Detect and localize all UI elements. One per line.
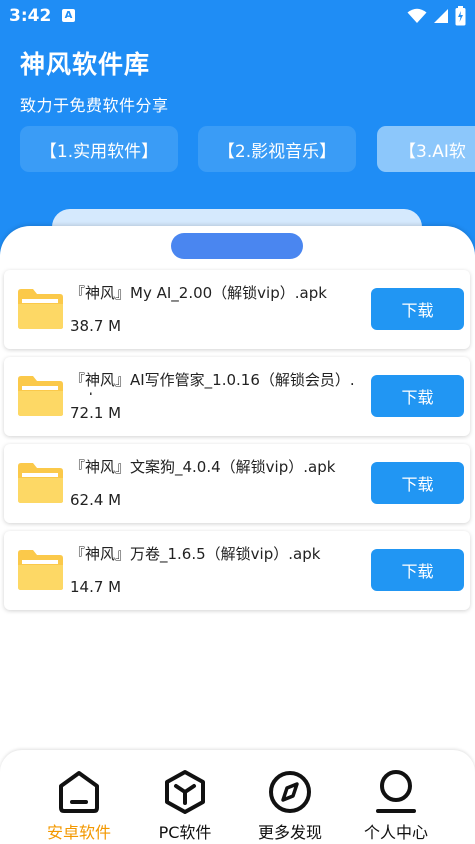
file-name: 『神风』文案狗_4.0.4（解锁vip）.apk [70,458,336,476]
nav-label: 个人中心 [363,823,428,842]
nav-item-profile[interactable]: 个人中心 [346,750,446,844]
cube-icon [165,770,205,814]
battery-icon [455,6,466,26]
category-tabs: 【1.实用软件】 【2.影视音乐】 【3.AI软 [0,126,475,174]
folder-icon [18,463,63,503]
sheet-handle[interactable] [171,233,303,259]
user-icon [376,770,416,813]
file-size: 62.4 M [70,491,122,509]
nav-label: 更多发现 [257,823,322,842]
file-name: 『神风』AI写作管家_1.0.16（解锁会员）.apk [70,371,355,395]
download-button[interactable]: 下载 [371,462,464,504]
nav-item-discover[interactable]: 更多发现 [240,750,340,844]
nav-item-pc[interactable]: PC软件 [135,750,235,844]
app-subtitle: 致力于免费软件分享 [20,96,169,115]
nav-item-android[interactable]: 安卓软件 [29,750,129,844]
category-tab-ai[interactable]: 【3.AI软 [377,126,475,172]
bottom-nav: 安卓软件 PC软件 更多发现 个人中心 [0,750,475,844]
folder-icon [18,376,63,416]
download-button[interactable]: 下载 [371,549,464,591]
file-item[interactable]: 『神风』AI写作管家_1.0.16（解锁会员）.apk 72.1 M 下载 [4,357,470,436]
notification-icon: A [62,9,75,22]
file-item[interactable]: 『神风』My AI_2.00（解锁vip）.apk 38.7 M 下载 [4,270,470,349]
status-time: 3:42 [9,6,52,26]
file-size: 38.7 M [70,317,122,335]
file-size: 72.1 M [70,404,122,422]
file-item[interactable]: 『神风』万卷_1.6.5（解锁vip）.apk 14.7 M 下载 [4,531,470,610]
file-item[interactable]: 『神风』文案狗_4.0.4（解锁vip）.apk 62.4 M 下载 [4,444,470,523]
category-tab-practical[interactable]: 【1.实用软件】 [20,126,178,172]
status-icons [407,6,466,26]
home-icon [59,771,99,813]
nav-label: 安卓软件 [46,823,111,842]
file-name: 『神风』My AI_2.00（解锁vip）.apk [70,284,327,302]
download-button[interactable]: 下载 [371,375,464,417]
category-tab-media[interactable]: 【2.影视音乐】 [198,126,356,172]
status-bar: 3:42 A [0,0,475,34]
file-size: 14.7 M [70,578,122,596]
compass-icon [269,771,311,813]
wifi-icon [407,8,427,23]
folder-icon [18,289,63,329]
file-name: 『神风』万卷_1.6.5（解锁vip）.apk [70,545,321,563]
signal-icon [434,9,448,23]
download-button[interactable]: 下载 [371,288,464,330]
app-title: 神风软件库 [20,50,151,79]
folder-icon [18,550,63,590]
nav-label: PC软件 [158,823,212,842]
